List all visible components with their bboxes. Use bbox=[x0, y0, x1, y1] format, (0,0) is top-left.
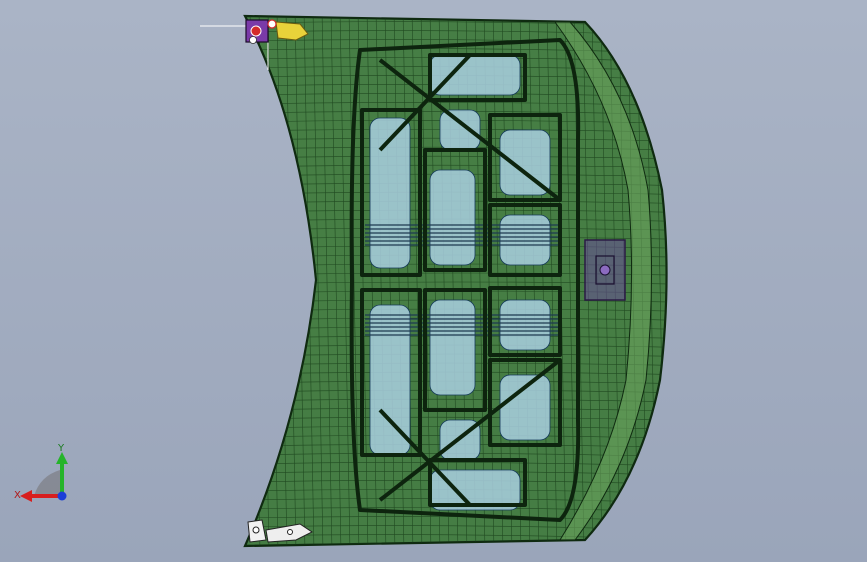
recess-pocket bbox=[439, 109, 481, 151]
recess-pocket bbox=[499, 214, 551, 266]
x-axis-arrow bbox=[20, 490, 32, 502]
triad-cone bbox=[34, 470, 60, 496]
y-axis-label: Y bbox=[57, 443, 65, 454]
graphics-viewport[interactable]: Y X bbox=[0, 0, 867, 562]
x-axis-label: X bbox=[14, 490, 21, 501]
z-axis-dot bbox=[57, 491, 67, 501]
recess-pocket bbox=[499, 299, 551, 351]
recess-pocket bbox=[429, 54, 521, 96]
recess-pocket bbox=[429, 169, 476, 266]
hood-model[interactable] bbox=[0, 0, 867, 562]
latch-bracket[interactable] bbox=[584, 239, 626, 301]
recess-pocket bbox=[429, 299, 476, 396]
orientation-triad: Y X bbox=[14, 443, 68, 502]
